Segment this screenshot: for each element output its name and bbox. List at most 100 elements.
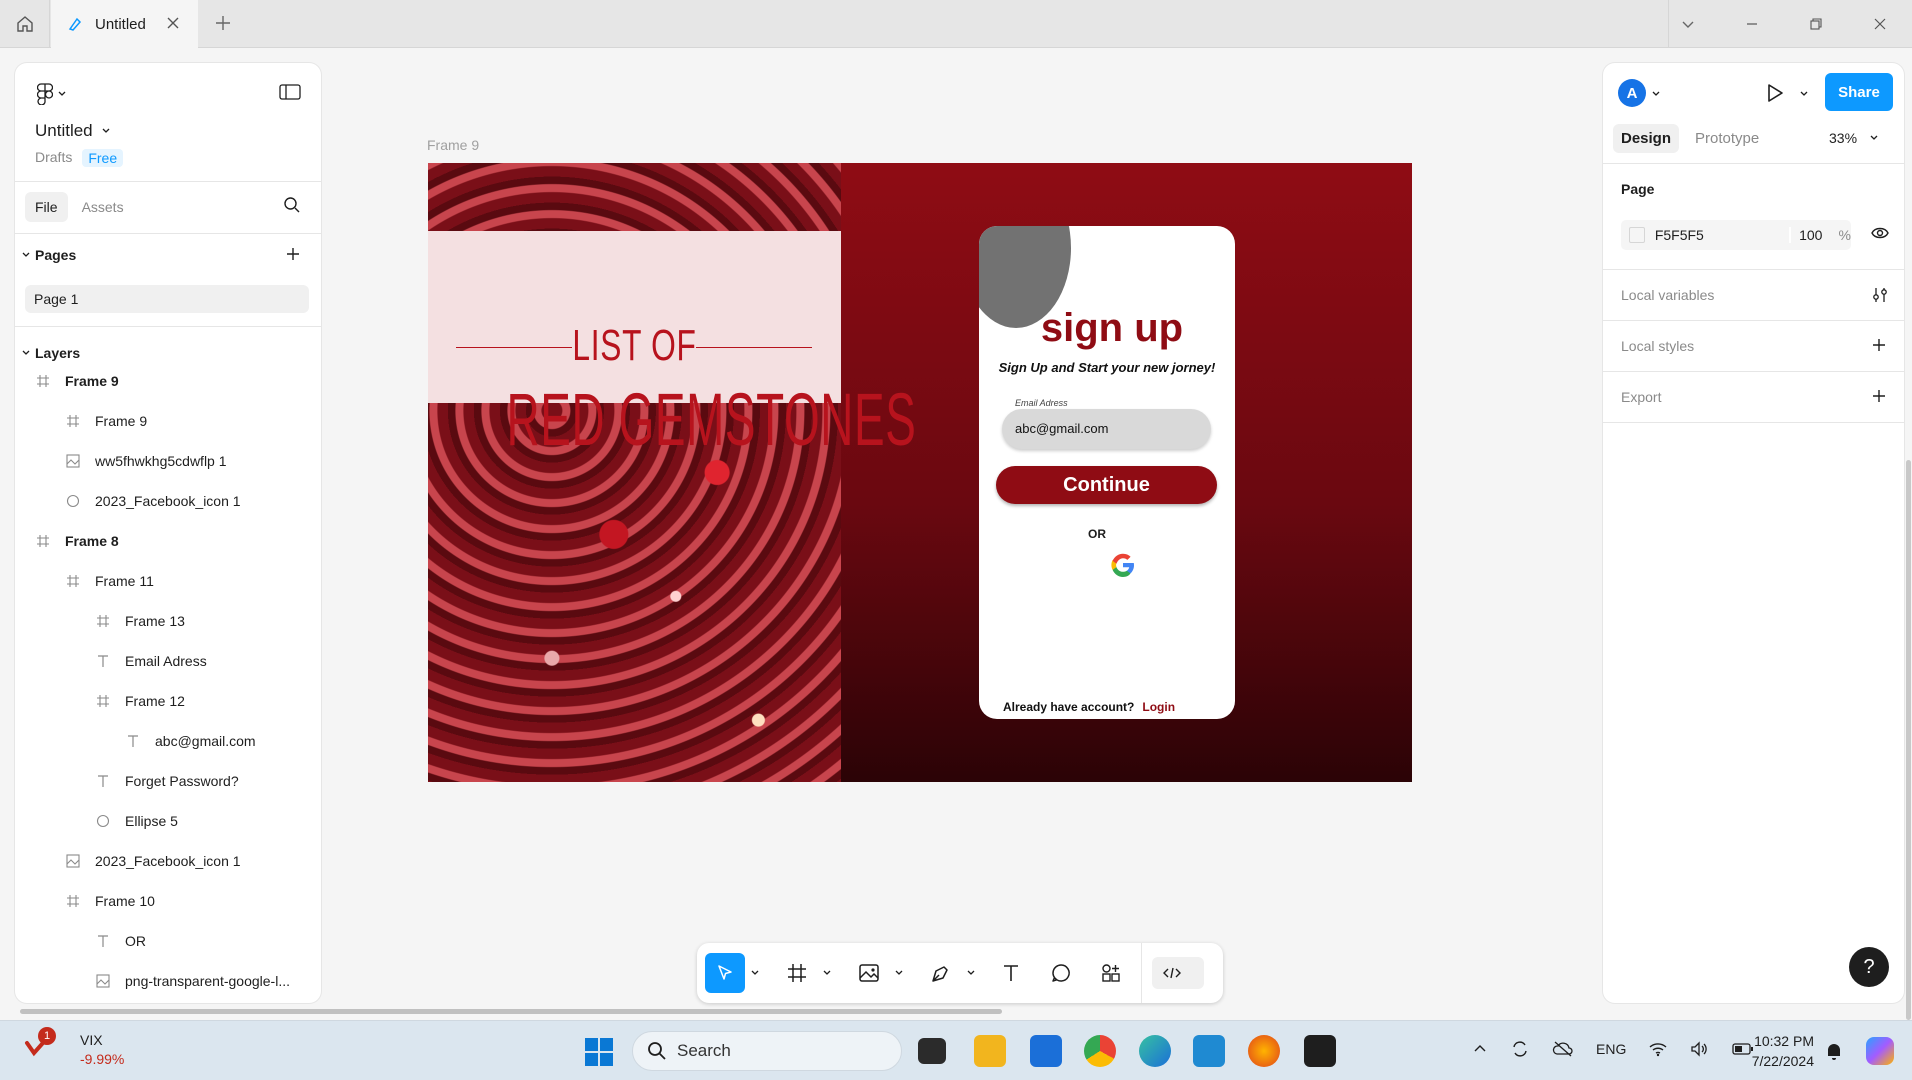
help-button[interactable]: ? — [1849, 947, 1889, 987]
close-window-button[interactable] — [1848, 0, 1912, 48]
horizontal-scrollbar[interactable] — [20, 1009, 1002, 1014]
layer-item[interactable]: Frame 12 — [95, 681, 321, 721]
zoom-dropdown[interactable]: 33% — [1829, 130, 1879, 146]
frame-icon — [95, 693, 111, 709]
copilot-icon[interactable] — [1866, 1037, 1894, 1065]
color-swatch[interactable] — [1629, 227, 1645, 243]
add-page-icon[interactable] — [285, 246, 301, 262]
layer-item[interactable]: Frame 10 — [65, 881, 321, 921]
store-icon[interactable] — [1030, 1035, 1062, 1067]
tab-file[interactable]: File — [25, 192, 68, 222]
notification-bell-icon[interactable] — [1825, 1041, 1843, 1061]
image-icon — [95, 973, 111, 989]
google-icon[interactable] — [1108, 550, 1138, 580]
windows-start-icon[interactable] — [584, 1037, 614, 1067]
new-tab-icon[interactable] — [212, 12, 234, 34]
local-variables-section[interactable]: Local variables — [1603, 269, 1904, 320]
eye-icon[interactable] — [1871, 225, 1889, 241]
pen-tool[interactable] — [921, 953, 961, 993]
add-style-icon[interactable] — [1871, 337, 1887, 353]
file-explorer-icon[interactable] — [974, 1035, 1006, 1067]
tab-assets[interactable]: Assets — [72, 192, 134, 222]
drafts-link[interactable]: Drafts — [35, 149, 72, 167]
widgets-vix[interactable]: 1 VIX -9.99% — [24, 1027, 124, 1069]
layer-item[interactable]: 2023_Facebook_icon 1 — [65, 841, 321, 881]
language-indicator[interactable]: ENG — [1596, 1041, 1626, 1057]
sidebar-toggle-icon[interactable] — [279, 83, 301, 101]
layer-item[interactable]: ww5fhwkhg5cdwflp 1 — [65, 441, 321, 481]
layer-item[interactable]: Email Adress — [95, 641, 321, 681]
chevron-up-icon[interactable] — [1472, 1041, 1488, 1057]
minimize-button[interactable] — [1720, 0, 1784, 48]
file-title[interactable]: Untitled — [35, 121, 111, 141]
email-field[interactable]: abc@gmail.com — [1002, 409, 1211, 449]
continue-button[interactable]: Continue — [996, 466, 1217, 504]
page-color-hex[interactable]: F5F5F5 — [1655, 227, 1789, 243]
firefox-icon[interactable] — [1248, 1035, 1280, 1067]
page-color-field[interactable]: F5F5F5 100 % — [1621, 220, 1851, 250]
vscode-icon[interactable] — [1193, 1035, 1225, 1067]
layer-item[interactable]: Frame 9 — [65, 401, 321, 441]
figma-app-icon[interactable] — [1304, 1035, 1336, 1067]
local-styles-section[interactable]: Local styles — [1603, 320, 1904, 371]
layer-item[interactable]: Frame 11 — [65, 561, 321, 601]
dev-mode-toggle[interactable] — [1152, 957, 1204, 989]
move-tool[interactable] — [705, 953, 745, 993]
search-icon[interactable] — [283, 196, 301, 214]
frame-9[interactable]: LIST OF RED GEMSTONES sign up Sign Up an… — [428, 163, 1412, 782]
tab-prototype[interactable]: Prototype — [1687, 124, 1767, 153]
present-play-icon[interactable] — [1765, 82, 1785, 104]
sync-icon[interactable] — [1510, 1039, 1530, 1059]
layer-item[interactable]: Frame 13 — [95, 601, 321, 641]
chevron-down-icon[interactable] — [1651, 89, 1661, 99]
close-tab-icon[interactable] — [164, 14, 182, 32]
layer-item[interactable]: Frame 9 — [35, 361, 321, 401]
task-view-icon[interactable] — [918, 1038, 946, 1064]
pen-tool-dropdown[interactable] — [961, 953, 981, 993]
chevron-down-icon[interactable] — [1799, 89, 1809, 99]
frame-tool-dropdown[interactable] — [817, 953, 837, 993]
layer-item[interactable]: Ellipse 5 — [95, 801, 321, 841]
move-tool-dropdown[interactable] — [745, 953, 765, 993]
actions-tool[interactable] — [1091, 953, 1131, 993]
frame-label[interactable]: Frame 9 — [427, 137, 479, 153]
comment-tool[interactable] — [1041, 953, 1081, 993]
chrome-icon[interactable] — [1084, 1035, 1116, 1067]
restore-button[interactable] — [1784, 0, 1848, 48]
page-item-1[interactable]: Page 1 — [25, 285, 309, 313]
variables-icon[interactable] — [1871, 286, 1889, 304]
layer-item[interactable]: OR — [95, 921, 321, 961]
frame-tool[interactable] — [777, 953, 817, 993]
tabs-dropdown-button[interactable] — [1656, 0, 1720, 48]
page-opacity[interactable]: 100 — [1789, 227, 1838, 243]
add-export-icon[interactable] — [1871, 388, 1887, 404]
image-tool[interactable] — [849, 953, 889, 993]
pages-section-toggle[interactable]: Pages — [21, 247, 76, 263]
text-tool[interactable] — [991, 953, 1031, 993]
edge-icon[interactable] — [1139, 1035, 1171, 1067]
layer-item[interactable]: 2023_Facebook_icon 1 — [65, 481, 321, 521]
export-section[interactable]: Export — [1603, 371, 1904, 422]
volume-icon[interactable] — [1690, 1041, 1710, 1057]
layer-item[interactable]: abc@gmail.com — [125, 721, 321, 761]
home-button[interactable] — [0, 0, 50, 48]
vertical-scrollbar[interactable] — [1906, 460, 1911, 1020]
main-menu-button[interactable] — [37, 83, 67, 105]
share-button[interactable]: Share — [1825, 73, 1893, 111]
signup-card[interactable]: sign up Sign Up and Start your new jorne… — [979, 226, 1235, 719]
layer-item[interactable]: png-transparent-google-l... — [95, 961, 321, 1001]
login-link[interactable]: Login — [1142, 700, 1175, 714]
layer-item[interactable]: Forget Password? — [95, 761, 321, 801]
layer-item[interactable]: Frame 8 — [35, 521, 321, 561]
tab-design[interactable]: Design — [1613, 124, 1680, 153]
taskbar-search[interactable]: Search — [632, 1031, 902, 1071]
tab-untitled[interactable]: Untitled — [51, 0, 198, 48]
clock[interactable]: 10:32 PM 7/22/2024 — [1748, 1031, 1814, 1071]
onedrive-offline-icon[interactable] — [1552, 1040, 1574, 1058]
system-tray: ENG — [1472, 1039, 1754, 1059]
avatar[interactable]: A — [1618, 79, 1646, 107]
layers-section-toggle[interactable]: Layers — [21, 345, 80, 361]
wifi-icon[interactable] — [1648, 1041, 1668, 1057]
image-tool-dropdown[interactable] — [889, 953, 909, 993]
plan-badge[interactable]: Free — [82, 149, 124, 167]
